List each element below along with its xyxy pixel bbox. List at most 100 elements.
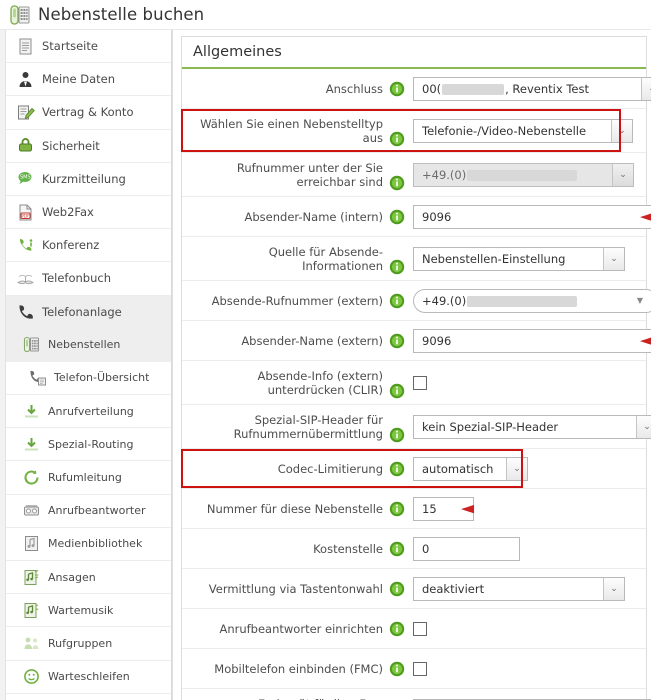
sidebar-item-label: Startseite [42,39,98,54]
info-icon[interactable] [389,621,405,637]
sidebar-item-web2fax[interactable]: PDF Web2Fax [6,195,171,230]
info-icon[interactable] [389,333,405,349]
info-icon[interactable] [389,131,405,147]
phone-keypad-icon [9,4,31,26]
sidebar-item-label: Telefon-Übersicht [54,371,150,385]
sidebar-item-sicherheit[interactable]: Sicherheit [6,129,171,163]
sidebar-item-label: Konferenz [42,238,100,253]
info-icon[interactable] [389,293,405,309]
chevron-down-icon[interactable]: ⌄ [612,163,633,186]
select-wählen-sie-einen-nebenstelltyp-aus[interactable]: Telefonie-/Video-Nebenstelle ⌄ [413,118,633,143]
allgemeines-panel: Allgemeines Anschluss 00(, Reventix Test ⌄… [181,36,651,700]
select-vermittlung-via-tastentonwahl[interactable]: deaktiviert ⌄ [413,576,625,601]
sidebar-item-konferenz[interactable]: Konferenz [6,229,171,263]
sidebar-item-spezial-routing[interactable]: Spezial-Routing [6,428,171,462]
announcement-icon [22,568,41,587]
select-rufnummer-unter-der-sie-erreichbar-sind[interactable]: +49.(0) ⌄ [413,162,634,187]
select-value: 00(, Reventix Test [422,82,641,96]
sidebar-item-label: Telefonanlage [42,304,122,319]
info-icon[interactable] [389,383,405,399]
field-wrap: Telefonie-/Video-Nebenstelle ⌄ [413,118,646,143]
input-value: 0 [422,541,430,556]
sidebar-item-medienbibliothek[interactable]: Medienbibliothek [6,527,171,561]
chevron-down-icon[interactable]: ⌄ [506,457,527,480]
form-rows: Anschluss00(, Reventix Test⌄Wählen Sie e… [181,69,651,700]
select-anschluss[interactable]: 00(, Reventix Test ⌄ [413,76,651,101]
select-value: +49.(0) [422,294,633,308]
info-icon[interactable] [389,501,405,517]
sidebar-item-anrufverteilung[interactable]: Anrufverteilung [6,395,171,429]
chevron-down-icon[interactable]: ⌄ [603,577,624,600]
sidebar-item-rufgruppen[interactable]: Rufgruppen [6,627,171,661]
chevron-down-icon[interactable]: ⌄ [636,415,651,438]
checkbox-mobiltelefon-einbinden-fmc[interactable] [413,661,427,676]
sidebar-item-label: Sicherheit [42,138,100,153]
checkbox-anrufbeantworter-einrichten[interactable] [413,621,427,636]
select-absende-rufnummer-extern[interactable]: +49.(0) ▼ [413,288,651,313]
info-icon[interactable] [389,427,405,443]
form-row: Anschluss 00(, Reventix Test ⌄ [182,69,651,109]
panel-heading: Allgemeines [182,37,646,69]
select-codec-limitierung[interactable]: automatisch ⌄ [413,456,528,481]
fax-pdf-icon: PDF [16,203,35,222]
field-label-anrufbeantworter-einrichten: Anrufbeantworter einrichten [219,621,383,636]
redacted-value [467,169,578,181]
field-wrap [413,375,646,390]
form-row: Mobiltelefon einbinden (FMC) [182,649,646,689]
field-label-absende-info-extern-unterdrücken-clir: Absende-Info (extern) unterdrücken (CLIR… [257,368,383,397]
form-row: Wählen Sie einen Nebenstelltyp aus Telefo… [181,109,646,153]
info-icon[interactable] [389,81,405,97]
info-icon[interactable] [389,259,405,275]
application-window: Nebenstelle buchen Startseite Meine Daten… [0,0,651,700]
info-icon[interactable] [389,175,405,191]
field-wrap: kein Spezial-SIP-Header ⌄ [413,414,651,439]
sidebar-item-sprachmenü-ivr[interactable]: 12Sprachmenü (IVR) [6,693,171,700]
sidebar-item-kurzmitteilung[interactable]: SMS Kurzmitteilung [6,162,171,196]
field-wrap: 15 ◄ [413,496,646,521]
sidebar-item-rufumleitung[interactable]: Rufumleitung [6,461,171,495]
checkbox-absende-info-extern-unterdrücken-clir[interactable] [413,375,427,390]
chevron-down-icon[interactable]: ⌄ [641,77,651,100]
select-spezial-sip-header-für-rufnummernübermittlun[interactable]: kein Spezial-SIP-Header ⌄ [413,414,651,439]
sidebar-item-warteschleifen[interactable]: Warteschleifen [6,660,171,694]
info-icon[interactable] [389,581,405,597]
text-input-nummer-für-diese-nebenstelle[interactable]: 15 [413,496,474,521]
field-wrap [413,621,646,636]
field-wrap: Nebenstellen-Einstellung ⌄ [413,246,646,271]
sidebar-item-label: Spezial-Routing [48,437,134,451]
chevron-down-icon[interactable]: ⌄ [611,119,632,142]
info-icon[interactable] [389,541,405,557]
window-titlebar: Nebenstelle buchen [0,0,651,30]
sidebar-item-meine-daten[interactable]: Meine Daten [6,63,171,97]
sidebar-item-telefonanlage[interactable]: Telefonanlage [6,295,171,329]
info-icon[interactable] [389,209,405,225]
info-icon[interactable] [389,661,405,677]
sidebar-item-wartemusik[interactable]: Wartemusik [6,594,171,628]
select-value: automatisch [422,461,494,476]
call-distribution-icon [22,402,41,421]
chevron-down-icon[interactable]: ▼ [633,290,647,312]
field-label-absende-rufnummer-extern: Absende-Rufnummer (extern) [211,293,383,308]
form-row: Vermittlung via Tastentonwahl deaktiviert… [182,569,646,609]
redacted-value [467,295,578,307]
sidebar-item-startseite[interactable]: Startseite [6,30,171,64]
field-label-spezial-sip-header-für-rufnummernübermittlun: Spezial-SIP-Header für Rufnummernübermit… [233,412,383,441]
extension-phone-icon [22,335,41,354]
sidebar-item-telefonbuch[interactable]: Telefonbuch [6,262,171,296]
text-input-absender-name-intern[interactable]: 9096 [413,204,651,229]
select-quelle-für-absende-informationen[interactable]: Nebenstellen-Einstellung ⌄ [413,246,625,271]
sidebar-item-nebenstellen[interactable]: Nebenstellen [6,328,171,362]
text-input-absender-name-extern[interactable]: 9096 [413,328,651,353]
field-wrap: 9096◄ [413,204,651,229]
chevron-down-icon[interactable]: ⌄ [603,247,624,270]
field-label-anschluss: Anschluss [325,81,383,96]
sidebar-item-vertrag-konto[interactable]: Vertrag & Konto [6,96,171,130]
sidebar-item-ansagen[interactable]: Ansagen [6,561,171,595]
info-icon[interactable] [389,461,405,477]
sidebar-item-telefon-übersicht[interactable]: Telefon-Übersicht [6,361,171,396]
sidebar-item-label: Anrufverteilung [48,404,134,418]
text-input-kostenstelle[interactable]: 0 [413,536,520,561]
field-label-absender-name-intern: Absender-Name (intern) [244,209,383,224]
sidebar-item-anrufbeantworter[interactable]: Anrufbeantworter [6,494,171,528]
answering-machine-icon [22,501,41,520]
